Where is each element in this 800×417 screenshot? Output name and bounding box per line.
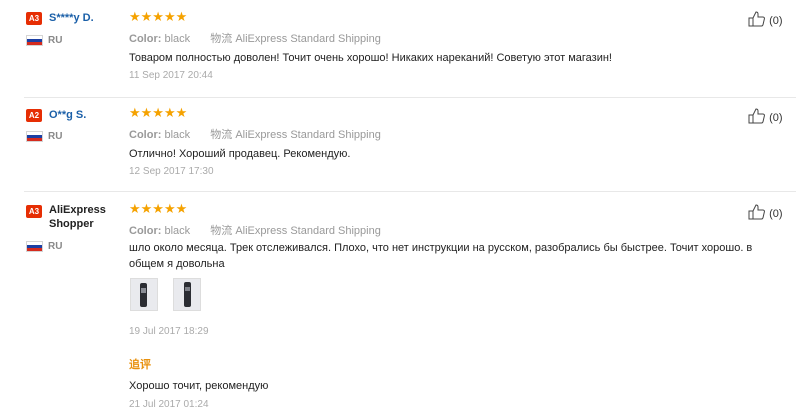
review-divider (24, 97, 796, 98)
color-label: Color: (129, 129, 162, 141)
review-text: Товаром полностью доволен! Точит очень х… (129, 52, 612, 64)
russia-flag-icon (26, 35, 43, 46)
like-button[interactable]: (0) (748, 204, 783, 220)
russia-flag-icon (26, 241, 43, 252)
buyer-level-badge: A2 (26, 109, 42, 122)
star-rating: ★★★★★ (129, 201, 188, 216)
buyer-level-badge: A3 (26, 12, 42, 25)
order-info: Color: black 物流 AliExpress Standard Ship… (129, 30, 381, 46)
star-rating: ★★★★★ (129, 105, 188, 120)
review-date: 19 Jul 2017 18:29 (129, 326, 209, 337)
color-label: Color: (129, 225, 162, 237)
color-value: black (164, 129, 191, 141)
reviewer-name: O**g S. (49, 109, 87, 121)
color-value: black (164, 225, 191, 237)
like-count: (0) (769, 15, 783, 27)
review-date: 11 Sep 2017 20:44 (129, 70, 213, 81)
thumbs-up-icon (748, 204, 765, 220)
color-label: Color: (129, 33, 162, 45)
thumbs-up-icon (748, 11, 765, 27)
reviewer-country: RU (48, 131, 63, 142)
like-button[interactable]: (0) (748, 11, 783, 27)
order-info: Color: black 物流 AliExpress Standard Ship… (129, 222, 381, 238)
review-date: 12 Sep 2017 17:30 (129, 166, 214, 177)
reviewer-name: S****y D. (49, 12, 94, 24)
reviewer-name: AliExpress Shopper (49, 204, 106, 230)
like-button[interactable]: (0) (748, 108, 783, 124)
additional-review-text: Хорошо точит, рекомендую (129, 380, 269, 392)
review-photo-thumbnail[interactable] (173, 278, 201, 311)
additional-review-label: 追评 (129, 359, 151, 371)
reviewer-country: RU (48, 241, 63, 252)
shipping-method: 物流 AliExpress Standard Shipping (210, 225, 381, 237)
additional-review-date: 21 Jul 2017 01:24 (129, 399, 209, 410)
order-info: Color: black 物流 AliExpress Standard Ship… (129, 126, 381, 142)
like-count: (0) (769, 208, 783, 220)
review-text: Отлично! Хороший продавец. Рекомендую. (129, 148, 351, 160)
review-text: шло около месяца. Трек отслеживался. Пло… (129, 242, 753, 270)
buyer-level-badge: A3 (26, 205, 42, 218)
reviewer-country: RU (48, 35, 63, 46)
review-divider (24, 191, 796, 192)
shipping-method: 物流 AliExpress Standard Shipping (210, 129, 381, 141)
shipping-method: 物流 AliExpress Standard Shipping (210, 33, 381, 45)
review-photo-thumbnail[interactable] (130, 278, 158, 311)
russia-flag-icon (26, 131, 43, 142)
thumbs-up-icon (748, 108, 765, 124)
like-count: (0) (769, 112, 783, 124)
star-rating: ★★★★★ (129, 9, 188, 24)
color-value: black (164, 33, 191, 45)
